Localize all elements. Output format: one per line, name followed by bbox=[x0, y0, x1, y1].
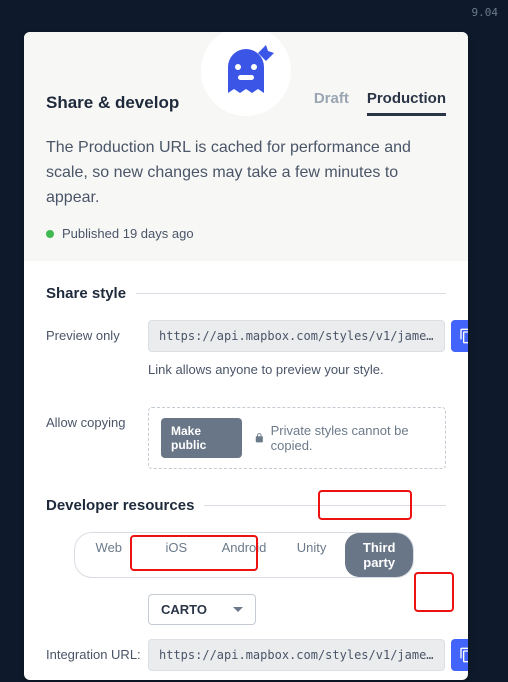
panel-header: Share & develop Draft Production The Pro… bbox=[24, 32, 468, 261]
tab-third-party[interactable]: Third party bbox=[345, 533, 413, 577]
status-text: Published 19 days ago bbox=[62, 226, 194, 241]
allow-copying-label: Allow copying bbox=[46, 407, 148, 430]
env-tabs: Draft Production bbox=[314, 90, 446, 116]
share-style-heading: Share style bbox=[46, 285, 446, 302]
preview-label: Preview only bbox=[46, 320, 148, 343]
integration-url-label: Integration URL: bbox=[46, 639, 148, 662]
tab-ios[interactable]: iOS bbox=[143, 533, 211, 577]
tab-web[interactable]: Web bbox=[75, 533, 143, 577]
status-dot-icon bbox=[46, 230, 54, 238]
platform-tabs: Web iOS Android Unity Third party bbox=[74, 532, 414, 578]
private-hint: Private styles cannot be copied. bbox=[254, 423, 433, 453]
integration-select[interactable]: CARTO bbox=[148, 594, 256, 625]
clipboard-icon bbox=[459, 647, 468, 663]
version-label: 9.04 bbox=[472, 6, 499, 19]
preview-url-field[interactable]: https://api.mapbox.com/styles/v1/jame… bbox=[148, 320, 445, 352]
allow-copying-box: Make public Private styles cannot be cop… bbox=[148, 407, 446, 469]
tab-production[interactable]: Production bbox=[367, 90, 446, 116]
panel-body: Share style Preview only https://api.map… bbox=[24, 261, 468, 680]
header-description: The Production URL is cached for perform… bbox=[46, 136, 446, 210]
copy-integration-button[interactable] bbox=[451, 639, 468, 671]
lock-icon bbox=[254, 432, 265, 444]
make-public-button[interactable]: Make public bbox=[161, 418, 242, 458]
private-hint-text: Private styles cannot be copied. bbox=[271, 423, 433, 453]
panel-title: Share & develop bbox=[46, 93, 179, 113]
clipboard-icon bbox=[459, 328, 468, 344]
copy-preview-button[interactable] bbox=[451, 320, 468, 352]
tab-draft[interactable]: Draft bbox=[314, 90, 349, 116]
integration-select-value: CARTO bbox=[161, 602, 207, 617]
tab-android[interactable]: Android bbox=[210, 533, 278, 577]
developer-resources-heading: Developer resources bbox=[46, 497, 446, 514]
tab-unity[interactable]: Unity bbox=[278, 533, 346, 577]
integration-url-field[interactable]: https://api.mapbox.com/styles/v1/jame… bbox=[148, 639, 445, 671]
preview-hint: Link allows anyone to preview your style… bbox=[148, 362, 468, 377]
publish-status: Published 19 days ago bbox=[46, 226, 446, 241]
share-panel: Share & develop Draft Production The Pro… bbox=[24, 32, 468, 680]
chevron-down-icon bbox=[233, 605, 243, 615]
